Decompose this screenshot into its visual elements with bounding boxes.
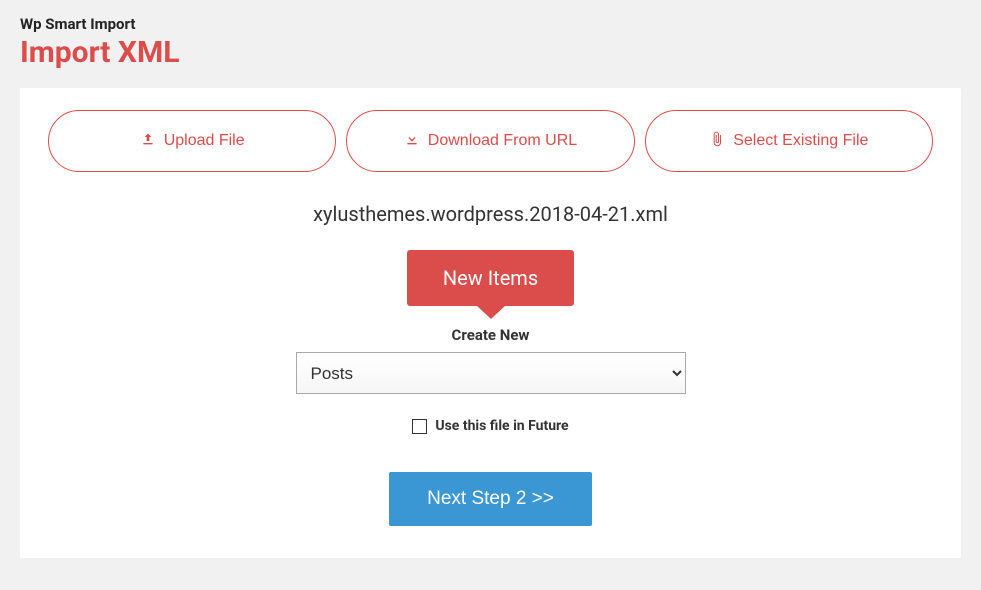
upload-file-button[interactable]: Upload File: [48, 110, 336, 172]
select-existing-button[interactable]: Select Existing File: [645, 110, 933, 172]
plugin-name: Wp Smart Import: [20, 15, 961, 33]
upload-file-label: Upload File: [164, 132, 245, 150]
page-title: Import XML: [20, 35, 961, 70]
new-items-badge: New Items: [407, 250, 574, 306]
download-url-button[interactable]: Download From URL: [346, 110, 634, 172]
future-file-checkbox[interactable]: [412, 419, 427, 434]
attachment-icon: [709, 131, 725, 152]
upload-icon: [140, 131, 156, 152]
create-new-label: Create New: [48, 326, 933, 344]
future-file-label: Use this file in Future: [435, 418, 568, 434]
next-step-button[interactable]: Next Step 2 >>: [389, 472, 592, 526]
post-type-select[interactable]: Posts: [296, 352, 686, 394]
select-existing-label: Select Existing File: [733, 132, 868, 150]
download-icon: [404, 131, 420, 152]
download-url-label: Download From URL: [428, 132, 577, 150]
selected-filename: xylusthemes.wordpress.2018-04-21.xml: [48, 202, 933, 226]
main-card: Upload File Download From URL Select Exi…: [20, 88, 961, 558]
tab-row: Upload File Download From URL Select Exi…: [48, 110, 933, 172]
